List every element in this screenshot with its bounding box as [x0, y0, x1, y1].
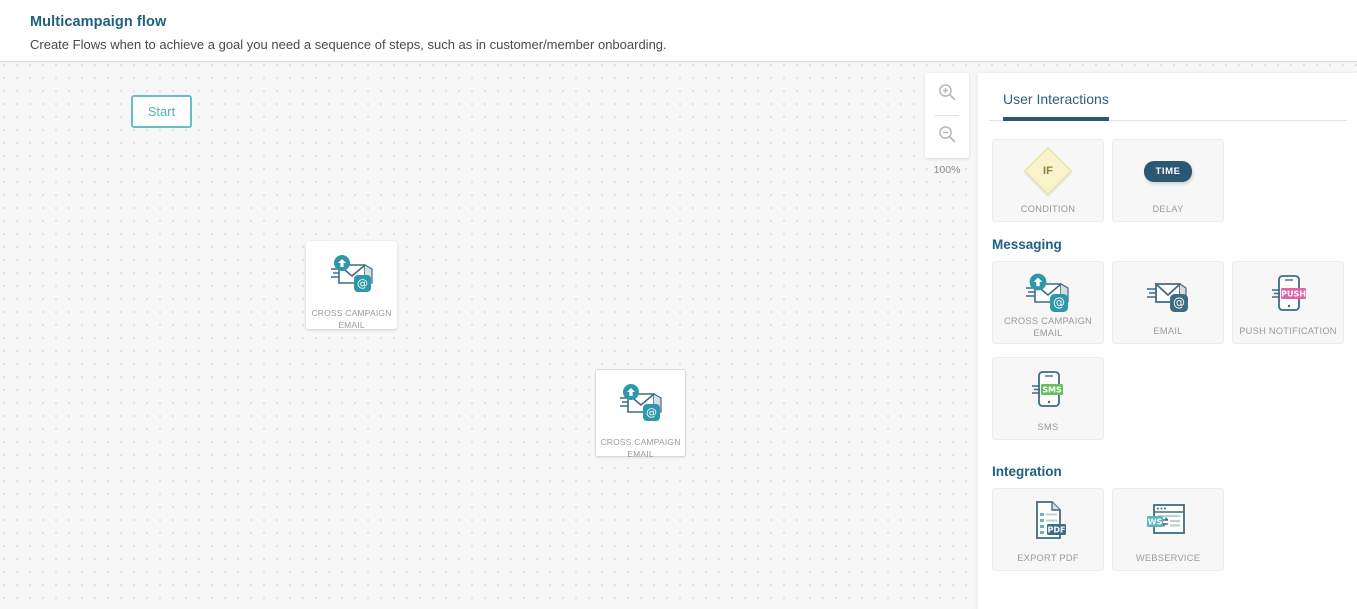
- panel-tab-bar: User Interactions: [989, 91, 1347, 121]
- flow-node-label: CROSS CAMPAIGN EMAIL: [311, 308, 392, 330]
- condition-badge-label: IF: [1043, 165, 1053, 177]
- tile-sms[interactable]: SMS SMS: [992, 357, 1104, 440]
- svg-text:@: @: [357, 277, 368, 290]
- tile-label: DELAY: [1152, 204, 1184, 214]
- cross-campaign-email-icon: @: [993, 270, 1103, 316]
- zoom-in-button[interactable]: [925, 73, 969, 115]
- zoom-out-icon: [937, 124, 957, 149]
- section-title-messaging: Messaging: [992, 237, 1062, 252]
- tile-label: CROSS CAMPAIGN EMAIL: [1003, 316, 1093, 338]
- tile-export-pdf[interactable]: PDF EXPORT PDF: [992, 488, 1104, 571]
- flow-node-label: CROSS CAMPAIGN EMAIL: [600, 437, 681, 459]
- delay-badge-label: TIME: [1155, 165, 1181, 177]
- svg-text:@: @: [646, 406, 657, 419]
- tile-label: PUSH NOTIFICATION: [1239, 326, 1337, 336]
- cross-campaign-email-icon: @: [328, 253, 376, 300]
- condition-diamond-icon: IF: [993, 146, 1103, 196]
- zoom-divider: [935, 115, 959, 116]
- svg-text:@: @: [1173, 296, 1185, 310]
- tile-label: SMS: [1037, 422, 1059, 432]
- svg-text:PUSH: PUSH: [1281, 290, 1306, 299]
- svg-text:SMS: SMS: [1042, 386, 1062, 395]
- flow-node-cross-campaign-email[interactable]: @ CROSS CAMPAIGN EMAIL: [306, 241, 397, 330]
- start-node[interactable]: Start: [131, 95, 192, 128]
- page-subtitle: Create Flows when to achieve a goal you …: [30, 37, 667, 52]
- delay-time-icon: TIME: [1113, 148, 1223, 194]
- section-title-integration: Integration: [992, 464, 1062, 479]
- tile-condition[interactable]: IF CONDITION: [992, 139, 1104, 222]
- component-panel: User Interactions IF CONDITION TIME DELA…: [978, 73, 1357, 609]
- tab-label: User Interactions: [1003, 91, 1109, 107]
- zoom-out-button[interactable]: [925, 115, 969, 157]
- tile-cross-campaign-email[interactable]: @ CROSS CAMPAIGN EMAIL: [992, 261, 1104, 344]
- zoom-in-icon: [937, 82, 957, 107]
- svg-text:WS: WS: [1148, 518, 1163, 527]
- zoom-control[interactable]: [925, 73, 969, 158]
- push-notification-icon: PUSH: [1233, 270, 1343, 316]
- svg-text:@: @: [1053, 296, 1065, 310]
- svg-text:PDF: PDF: [1048, 526, 1066, 535]
- tile-label: EMAIL: [1153, 326, 1183, 336]
- page-header: Multicampaign flow Create Flows when to …: [0, 0, 1357, 62]
- email-icon: @: [1113, 270, 1223, 316]
- tile-push-notification[interactable]: PUSH PUSH NOTIFICATION: [1232, 261, 1344, 344]
- tile-label: WEBSERVICE: [1135, 553, 1201, 563]
- tile-webservice[interactable]: WS WEBSERVICE: [1112, 488, 1224, 571]
- sms-icon: SMS: [993, 366, 1103, 412]
- webservice-icon: WS: [1113, 497, 1223, 543]
- start-node-label: Start: [147, 104, 176, 119]
- tile-email[interactable]: @ EMAIL: [1112, 261, 1224, 344]
- tab-user-interactions[interactable]: User Interactions: [1003, 91, 1109, 121]
- tile-delay[interactable]: TIME DELAY: [1112, 139, 1224, 222]
- tile-label: EXPORT PDF: [1017, 553, 1079, 563]
- page-title: Multicampaign flow: [30, 14, 167, 30]
- export-pdf-icon: PDF: [993, 497, 1103, 543]
- zoom-level-label: 100%: [933, 164, 961, 176]
- tile-label: CONDITION: [1020, 204, 1076, 214]
- flow-node-cross-campaign-email[interactable]: @ CROSS CAMPAIGN EMAIL: [595, 369, 686, 459]
- cross-campaign-email-icon: @: [617, 382, 665, 429]
